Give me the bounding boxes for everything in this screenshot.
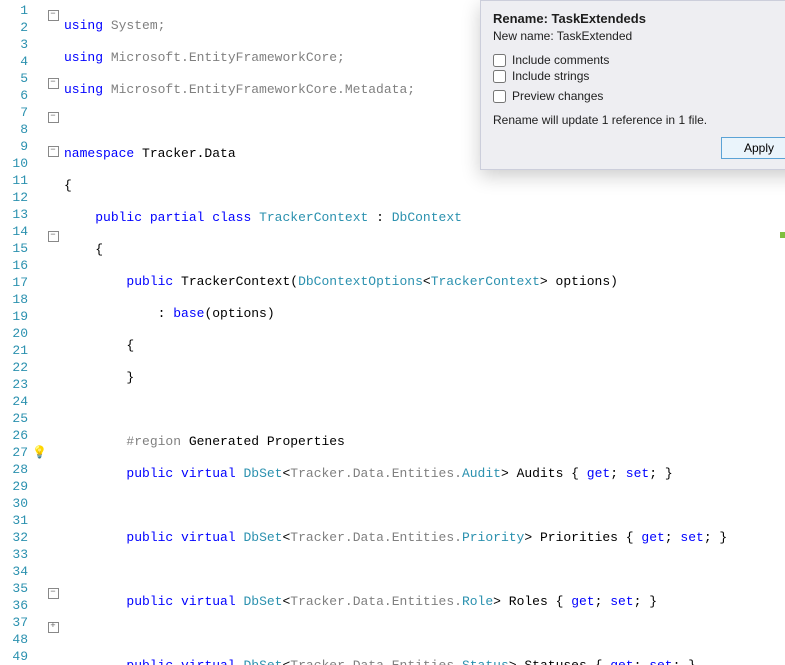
preview-changes-checkbox[interactable]: Preview changes [493, 89, 785, 103]
rename-title: Rename: TaskExtendeds [493, 11, 785, 26]
rename-subtitle: New name: TaskExtended [493, 29, 785, 43]
change-marker [780, 232, 785, 238]
include-strings-input[interactable] [493, 70, 506, 83]
line-number-gutter: 1 2 3 4 5 6 7 8 9 10 11 12 13 14 15 16 1… [0, 0, 32, 665]
preview-changes-input[interactable] [493, 90, 506, 103]
include-strings-checkbox[interactable]: Include strings [493, 69, 785, 83]
glyph-margin: 💡 [32, 0, 46, 665]
include-comments-checkbox[interactable]: Include comments [493, 53, 785, 67]
apply-button[interactable]: Apply [721, 137, 785, 159]
fold-gutter: − − − − − − + [46, 0, 60, 665]
lightbulb-icon[interactable]: 💡 [32, 444, 46, 461]
rename-popup: ✕ Rename: TaskExtendeds New name: TaskEx… [480, 0, 785, 170]
include-comments-input[interactable] [493, 54, 506, 67]
rename-status: Rename will update 1 reference in 1 file… [493, 113, 785, 127]
